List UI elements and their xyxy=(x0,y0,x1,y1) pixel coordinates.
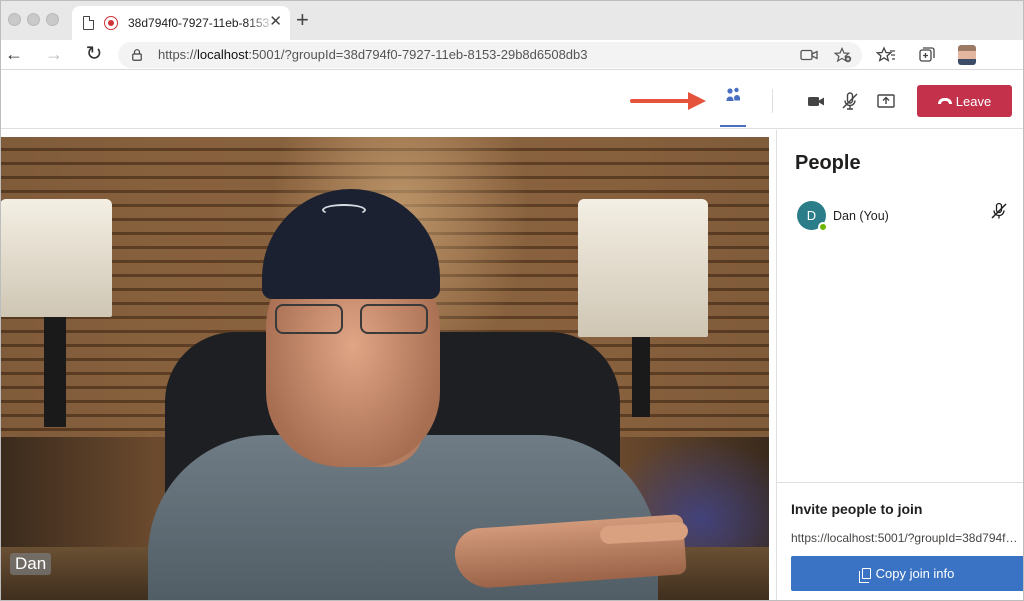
tab-close-icon[interactable]: ✕ xyxy=(269,14,282,30)
address-bar[interactable]: https://localhost:5001/?groupId=38d794f0… xyxy=(118,42,862,68)
copy-icon xyxy=(858,568,871,584)
people-tab-indicator xyxy=(720,125,746,127)
new-tab-button[interactable]: + xyxy=(296,9,309,31)
video-tile[interactable]: Dan xyxy=(0,137,769,601)
leave-label: Leave xyxy=(955,93,992,109)
people-panel: People D Dan (You) Invite people to join… xyxy=(776,130,1024,601)
lamp-right-base xyxy=(632,337,650,417)
recording-icon xyxy=(104,16,118,30)
presence-available-icon xyxy=(818,222,828,232)
copy-label: Copy join info xyxy=(875,566,955,581)
participant-name-tag: Dan xyxy=(10,553,52,575)
camera-in-use-icon[interactable] xyxy=(800,47,818,63)
lamp-left xyxy=(0,199,112,317)
collections-icon[interactable] xyxy=(917,45,937,65)
profile-avatar[interactable] xyxy=(958,45,976,65)
window-minimize-button[interactable] xyxy=(27,13,40,26)
panel-divider xyxy=(777,482,1024,483)
browser-titlebar: 38d794f0-7927-11eb-8153-29b8d6508db3 ✕ + xyxy=(0,0,1024,40)
hang-up-icon xyxy=(937,98,952,105)
browser-tab[interactable]: 38d794f0-7927-11eb-8153-29b8d6508db3 ✕ xyxy=(72,6,290,40)
refresh-button[interactable]: ↻ xyxy=(80,40,108,68)
invite-url: https://localhost:5001/?groupId=38d794f0… xyxy=(791,531,1023,545)
header-divider xyxy=(772,89,773,113)
cap-logo-icon xyxy=(322,204,366,216)
people-button[interactable] xyxy=(720,85,746,127)
favorites-icon[interactable] xyxy=(876,45,896,65)
forward-button[interactable]: → xyxy=(40,40,68,68)
share-screen-button[interactable] xyxy=(876,91,896,111)
annotation-arrow-icon xyxy=(630,92,706,110)
browser-toolbar: ← → ↻ https://localhost:5001/?groupId=38… xyxy=(0,40,1024,100)
panel-title: People xyxy=(795,152,861,174)
window-close-button[interactable] xyxy=(8,13,21,26)
lamp-left-base xyxy=(44,317,66,427)
people-icon xyxy=(726,87,740,101)
copy-join-info-button[interactable]: Copy join info xyxy=(791,556,1024,591)
participant-item[interactable]: D Dan (You) xyxy=(795,200,1017,232)
tab-title: 38d794f0-7927-11eb-8153-29b8d6508db3 xyxy=(128,16,276,30)
invite-title: Invite people to join xyxy=(791,501,923,517)
glasses-left-lens xyxy=(275,304,343,334)
add-favorite-icon[interactable] xyxy=(834,47,852,63)
mic-off-icon xyxy=(991,202,1007,219)
camera-button[interactable] xyxy=(806,91,826,111)
page-icon xyxy=(83,16,94,30)
url-text[interactable]: https://localhost:5001/?groupId=38d794f0… xyxy=(158,47,588,62)
call-header: Leave xyxy=(0,71,1024,129)
leave-button[interactable]: Leave xyxy=(917,85,1012,117)
lock-icon[interactable] xyxy=(132,49,142,61)
glasses-right-lens xyxy=(360,304,428,334)
mic-off-button[interactable] xyxy=(840,91,860,111)
participant-name: Dan (You) xyxy=(833,209,889,223)
back-button[interactable]: ← xyxy=(0,40,28,68)
window-maximize-button[interactable] xyxy=(46,13,59,26)
lamp-right xyxy=(578,199,708,337)
